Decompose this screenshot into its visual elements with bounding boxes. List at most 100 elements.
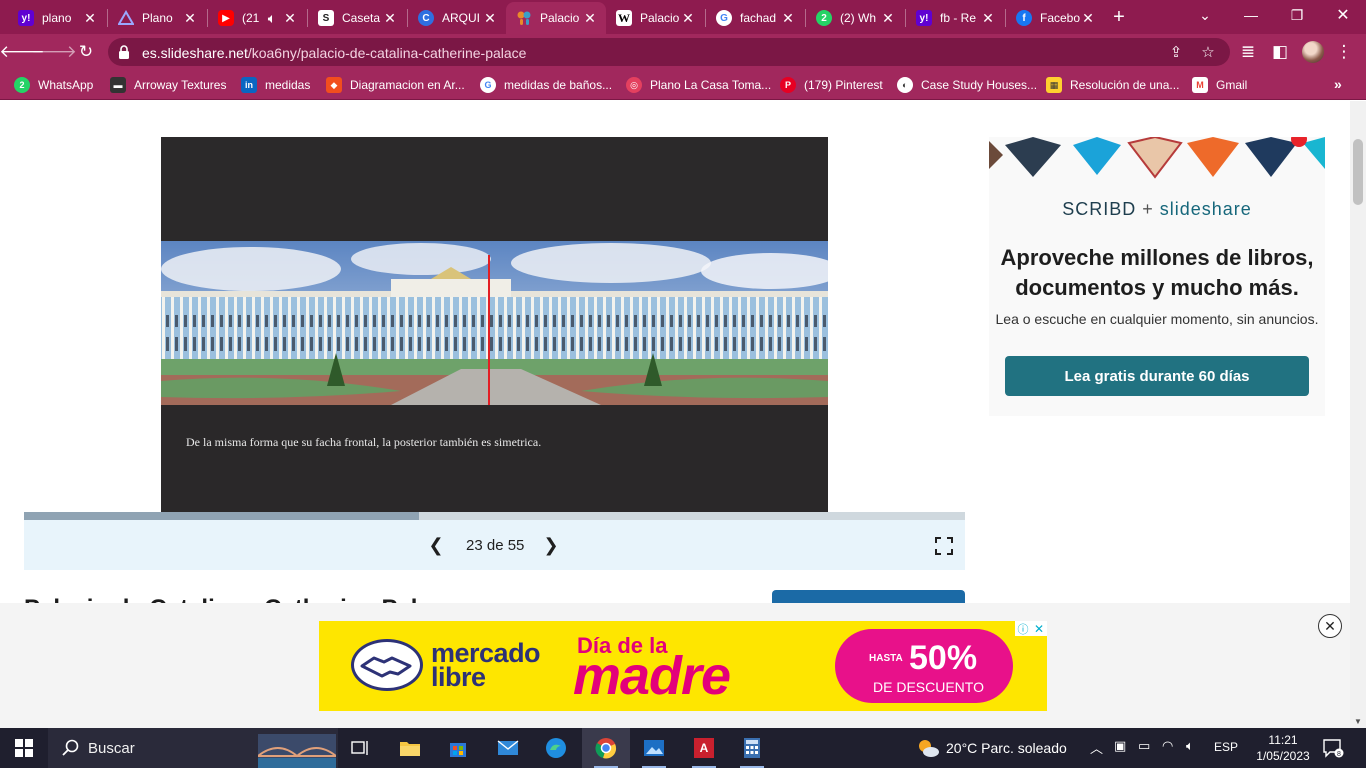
bookmark-gmail[interactable]: M Gmail [1192, 76, 1247, 94]
file-explorer-icon[interactable] [386, 728, 434, 768]
bookmarks-overflow-icon[interactable]: » [1334, 76, 1342, 92]
read-free-button[interactable]: Lea gratis durante 60 días [1005, 356, 1309, 396]
tab-whatsapp[interactable]: 2 (2) Wh ✕ [806, 2, 904, 34]
show-hidden-icons[interactable]: ︿ [1090, 738, 1103, 757]
bookmark-medidas-banos[interactable]: Gmedidas de baños... [480, 76, 612, 94]
close-icon[interactable]: ✕ [582, 10, 598, 26]
meet-now-icon[interactable]: ▣ [1114, 738, 1126, 754]
close-icon[interactable]: ✕ [182, 10, 198, 26]
reload-button[interactable]: ↻ [72, 38, 100, 66]
close-window-button[interactable]: ✕ [1320, 0, 1366, 30]
system-clock[interactable]: 11:21 1/05/2023 [1252, 732, 1314, 764]
bookmark-star-icon[interactable]: ☆ [1198, 42, 1218, 62]
tab-palacio-wiki[interactable]: W Palacio ✕ [606, 2, 704, 34]
facebook-icon: f [1016, 10, 1032, 26]
ad-close-icon[interactable]: ✕ [1031, 621, 1047, 636]
bookmark-pinterest[interactable]: P (179) Pinterest [780, 76, 883, 94]
tab-palacio-active[interactable]: Palacio ✕ [506, 2, 606, 34]
page-scrollbar[interactable]: ▼ [1350, 101, 1366, 728]
address-bar[interactable]: es.slideshare.net/koa6ny/palacio-de-cata… [108, 38, 1230, 66]
tab-label: Palacio [540, 11, 580, 25]
next-slide-button[interactable]: ❯ [541, 535, 561, 555]
slide-caption: De la misma forma que su facha frontal, … [186, 435, 542, 449]
minimize-button[interactable]: — [1228, 0, 1274, 30]
bookmark-diagramacion[interactable]: ◆ Diagramacion en Ar... [326, 76, 465, 94]
scrollbar-thumb[interactable] [1353, 139, 1363, 205]
close-icon[interactable]: ✕ [880, 10, 896, 26]
tab-fachada[interactable]: G fachad ✕ [706, 2, 804, 34]
previous-slide-button[interactable]: ❮ [426, 535, 446, 555]
miro-icon: ▦ [1046, 77, 1062, 93]
tab-search-icon[interactable]: ⌄ [1182, 0, 1228, 30]
close-icon[interactable]: ✕ [382, 10, 398, 26]
scroll-down-icon[interactable]: ▼ [1354, 717, 1362, 726]
fullscreen-icon[interactable] [934, 536, 954, 556]
battery-icon[interactable]: ▭ [1138, 738, 1150, 754]
tab-fb-re[interactable]: y! fb - Re ✕ [906, 2, 1004, 34]
profile-avatar[interactable] [1302, 41, 1324, 63]
globe-icon: ◐ [897, 77, 913, 93]
language-indicator[interactable]: ESP [1214, 740, 1238, 754]
windows-logo-icon [15, 739, 33, 757]
weather-widget[interactable]: 20°C Parc. soleado [916, 738, 1067, 758]
yahoo-icon: y! [916, 10, 932, 26]
windows-taskbar: Buscar A 20°C Parc. soleado ︿ ▣ ▭ ◠ 🔈︎ E… [0, 728, 1366, 768]
notification-center-icon[interactable]: 8 [1322, 738, 1344, 758]
edge-icon[interactable] [532, 728, 580, 768]
calculator-icon[interactable] [728, 728, 776, 768]
tab-plano[interactable]: y! plano ✕ [8, 2, 106, 34]
task-view-icon[interactable] [336, 728, 384, 768]
close-icon[interactable]: ✕ [980, 10, 996, 26]
close-icon[interactable]: ✕ [680, 10, 696, 26]
mail-icon[interactable] [484, 728, 532, 768]
partly-sunny-icon [919, 740, 939, 757]
share-icon[interactable]: ⇪ [1166, 42, 1186, 62]
side-panel-icon[interactable]: ◧ [1266, 38, 1294, 66]
close-icon[interactable]: ✕ [282, 10, 298, 26]
taskbar-search[interactable]: Buscar [48, 728, 338, 768]
speaker-icon[interactable]: 🔈︎ [262, 10, 282, 26]
ad-info-icon[interactable]: ⓘ [1015, 621, 1031, 636]
mercadolibre-ad[interactable]: mercado libre Día de la madre HASTA 50% D… [319, 621, 1047, 711]
close-icon[interactable]: ✕ [1080, 10, 1096, 26]
bookmark-arroway[interactable]: ▬ Arroway Textures [110, 76, 226, 94]
tab-arqui[interactable]: C ARQUI ✕ [408, 2, 506, 34]
menu-icon[interactable]: ⋮ [1330, 38, 1358, 66]
forward-button[interactable]: 🡒 [31, 38, 77, 66]
tab-caseta[interactable]: S Caseta ✕ [308, 2, 406, 34]
palace-photo [161, 241, 828, 405]
bottom-ad-overlay: mercado libre Día de la madre HASTA 50% D… [0, 603, 1350, 728]
bookmark-plano-casa[interactable]: ◎ Plano La Casa Toma... [626, 76, 771, 94]
tab-label: fachad [740, 11, 777, 25]
mercadolibre-wordmark: mercado libre [431, 638, 541, 692]
tab-label: Facebo [1040, 11, 1080, 25]
store-icon[interactable] [434, 728, 482, 768]
tab-plano-2[interactable]: Plano ✕ [108, 2, 206, 34]
close-icon[interactable]: ✕ [780, 10, 796, 26]
volume-icon[interactable]: 🔈︎ [1186, 738, 1194, 754]
media-control-icon[interactable]: ≣ [1234, 38, 1262, 66]
url-text: es.slideshare.net/koa6ny/palacio-de-cata… [142, 45, 527, 61]
close-icon[interactable]: ✕ [482, 10, 498, 26]
bookmark-resolucion[interactable]: ▦ Resolución de una... [1046, 76, 1179, 94]
wifi-icon[interactable]: ◠ [1162, 738, 1173, 754]
restore-button[interactable]: ❐ [1274, 0, 1320, 30]
windows-start-button[interactable] [0, 728, 48, 768]
bookmark-whatsapp[interactable]: 2 WhatsApp [14, 76, 93, 94]
wikipedia-icon: W [616, 10, 632, 26]
autocad-icon[interactable]: A [680, 728, 728, 768]
close-icon[interactable]: ✕ [82, 10, 98, 26]
slide-progress-bar[interactable] [24, 512, 965, 520]
tab-facebook[interactable]: f Facebo ✕ [1006, 2, 1104, 34]
bookmark-case-study[interactable]: ◐ Case Study Houses... [897, 76, 1037, 94]
chrome-icon[interactable] [582, 728, 630, 768]
tab-youtube[interactable]: ▶ (21 🔈︎ ✕ [208, 2, 306, 34]
bookmark-medidas[interactable]: in medidas [241, 76, 310, 94]
bookmarks-bar: 2 WhatsApp ▬ Arroway Textures in medidas ◆ D… [0, 70, 1366, 100]
svg-text:A: A [700, 741, 709, 755]
slide-viewer[interactable]: De la misma forma que su facha frontal, … [161, 137, 828, 512]
new-tab-button[interactable]: + [1108, 6, 1130, 28]
svg-text:8: 8 [1337, 751, 1341, 758]
close-overlay-button[interactable]: ✕ [1318, 614, 1342, 638]
photos-icon[interactable] [630, 728, 678, 768]
